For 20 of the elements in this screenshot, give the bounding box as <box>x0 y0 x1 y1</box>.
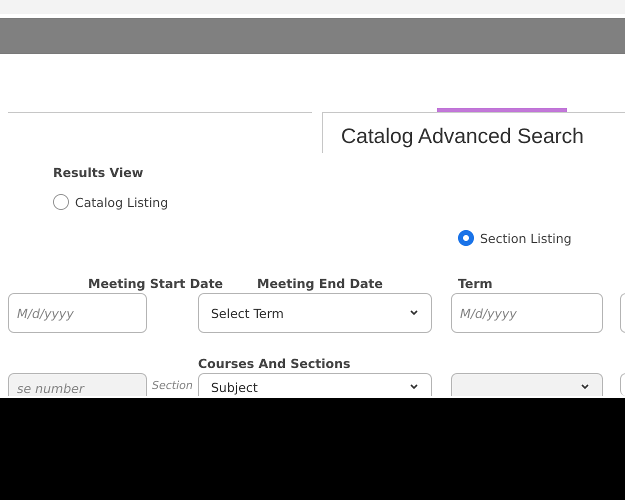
results-view-label: Results View <box>53 165 144 180</box>
date-field[interactable]: M/d/yyyy <box>8 293 147 333</box>
chevron-down-icon <box>409 308 419 318</box>
radio-button[interactable] <box>458 230 474 246</box>
field-label: Meeting End Date <box>257 276 384 291</box>
radio-option[interactable]: Catalog Listing <box>53 194 625 210</box>
radio-button[interactable] <box>53 194 69 210</box>
field-label: Meeting Start Date <box>88 276 224 291</box>
section-heading: Courses And Sections <box>198 356 352 371</box>
chevron-down-icon <box>409 382 419 392</box>
course-number-field[interactable]: se number <box>8 373 147 396</box>
date-field[interactable]: M/d/yyyy <box>451 293 603 333</box>
section-label: Section <box>151 379 194 392</box>
page-title: Catalog Advanced Search <box>341 125 585 149</box>
term-select[interactable]: Select Term <box>198 293 432 333</box>
field-label: Term <box>458 276 494 291</box>
radio-option[interactable]: Section Listing <box>458 230 625 246</box>
dropdown-select[interactable]: Subject <box>198 373 432 396</box>
chevron-down-icon <box>580 382 590 392</box>
dropdown-select[interactable] <box>451 373 603 396</box>
